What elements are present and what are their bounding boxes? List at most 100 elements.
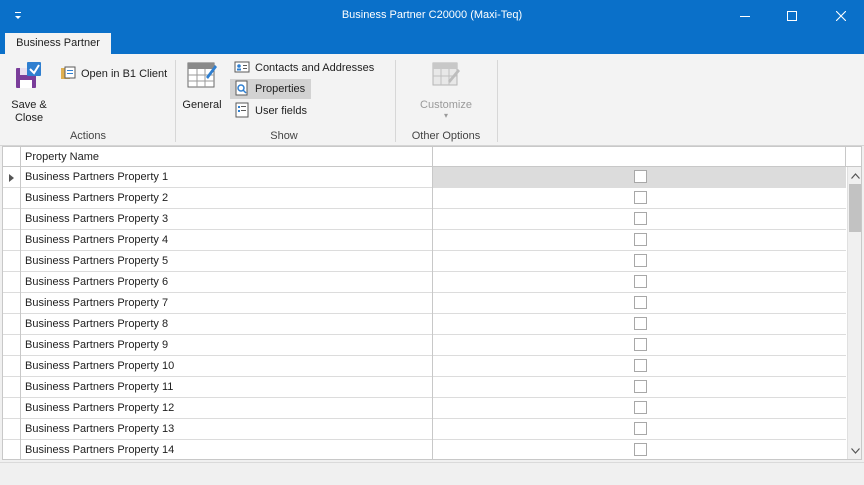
row-indicator[interactable] [3, 167, 21, 188]
property-value-cell[interactable] [433, 377, 846, 398]
current-row-arrow-icon [9, 173, 14, 182]
table-row[interactable]: Business Partners Property 6 [3, 272, 846, 293]
scroll-down-arrow-icon[interactable] [848, 442, 861, 459]
contact-card-icon [234, 59, 250, 78]
table-row[interactable]: Business Partners Property 4 [3, 230, 846, 251]
vertical-scrollbar[interactable] [847, 167, 861, 459]
general-grid-icon [181, 59, 223, 95]
property-checkbox[interactable] [634, 170, 647, 183]
save-close-label-1: Save & [11, 99, 47, 111]
property-checkbox[interactable] [634, 317, 647, 330]
property-value-cell[interactable] [433, 398, 846, 419]
row-indicator[interactable] [3, 440, 21, 459]
property-value-cell[interactable] [433, 272, 846, 293]
property-checkbox[interactable] [634, 212, 647, 225]
table-row[interactable]: Business Partners Property 10 [3, 356, 846, 377]
property-value-cell[interactable] [433, 251, 846, 272]
table-row[interactable]: Business Partners Property 8 [3, 314, 846, 335]
property-checkbox[interactable] [634, 380, 647, 393]
open-in-b1-client-label: Open in B1 Client [81, 68, 168, 80]
row-indicator[interactable] [3, 377, 21, 398]
ribbon-separator [497, 60, 498, 142]
property-value-cell[interactable] [433, 440, 846, 459]
table-row[interactable]: Business Partners Property 14 [3, 440, 846, 459]
property-value-cell[interactable] [433, 230, 846, 251]
table-row[interactable]: Business Partners Property 9 [3, 335, 846, 356]
contacts-addresses-button[interactable]: Contacts and Addresses [230, 58, 378, 78]
maximize-button[interactable] [769, 0, 815, 32]
user-fields-icon [234, 102, 250, 121]
property-checkbox[interactable] [634, 275, 647, 288]
property-value-cell[interactable] [433, 167, 846, 188]
property-name-cell[interactable]: Business Partners Property 13 [21, 419, 433, 440]
property-checkbox[interactable] [634, 338, 647, 351]
property-value-cell[interactable] [433, 188, 846, 209]
property-name-cell[interactable]: Business Partners Property 6 [21, 272, 433, 293]
property-value-cell[interactable] [433, 419, 846, 440]
table-row[interactable]: Business Partners Property 2 [3, 188, 846, 209]
save-disk-icon [6, 59, 52, 95]
row-indicator[interactable] [3, 419, 21, 440]
row-indicator[interactable] [3, 293, 21, 314]
property-name-cell[interactable]: Business Partners Property 12 [21, 398, 433, 419]
column-header-value[interactable] [433, 147, 846, 167]
row-indicator[interactable] [3, 356, 21, 377]
property-value-cell[interactable] [433, 314, 846, 335]
properties-button[interactable]: Properties [230, 79, 311, 99]
column-header-property-name[interactable]: Property Name [21, 147, 433, 167]
property-name-cell[interactable]: Business Partners Property 1 [21, 167, 433, 188]
status-bar [0, 462, 864, 485]
user-fields-button[interactable]: User fields [230, 101, 311, 121]
table-row[interactable]: Business Partners Property 7 [3, 293, 846, 314]
table-row[interactable]: Business Partners Property 5 [3, 251, 846, 272]
property-checkbox[interactable] [634, 422, 647, 435]
property-checkbox[interactable] [634, 191, 647, 204]
minimize-button[interactable] [722, 0, 768, 32]
property-name-cell[interactable]: Business Partners Property 7 [21, 293, 433, 314]
property-checkbox[interactable] [634, 401, 647, 414]
row-indicator[interactable] [3, 209, 21, 230]
row-indicator[interactable] [3, 314, 21, 335]
property-name-cell[interactable]: Business Partners Property 14 [21, 440, 433, 459]
property-value-cell[interactable] [433, 356, 846, 377]
property-name-cell[interactable]: Business Partners Property 8 [21, 314, 433, 335]
row-indicator[interactable] [3, 251, 21, 272]
scrollbar-thumb[interactable] [849, 184, 861, 232]
property-name-cell[interactable]: Business Partners Property 5 [21, 251, 433, 272]
property-name-cell[interactable]: Business Partners Property 3 [21, 209, 433, 230]
table-row[interactable]: Business Partners Property 13 [3, 419, 846, 440]
property-value-cell[interactable] [433, 335, 846, 356]
table-row[interactable]: Business Partners Property 12 [3, 398, 846, 419]
open-in-b1-client-button[interactable]: Open in B1 Client [56, 64, 171, 84]
ribbon-separator [175, 60, 176, 142]
property-name-cell[interactable]: Business Partners Property 2 [21, 188, 433, 209]
property-checkbox[interactable] [634, 254, 647, 267]
property-checkbox[interactable] [634, 443, 647, 456]
show-group-label: Show [270, 130, 298, 142]
property-name-cell[interactable]: Business Partners Property 10 [21, 356, 433, 377]
table-row[interactable]: Business Partners Property 11 [3, 377, 846, 398]
tab-business-partner[interactable]: Business Partner [5, 33, 111, 54]
property-checkbox[interactable] [634, 359, 647, 372]
row-indicator[interactable] [3, 230, 21, 251]
row-indicator[interactable] [3, 335, 21, 356]
customize-icon [416, 59, 476, 95]
property-value-cell[interactable] [433, 209, 846, 230]
close-button[interactable] [818, 0, 864, 32]
table-row[interactable]: Business Partners Property 3 [3, 209, 846, 230]
save-close-button[interactable]: Save & Close [6, 59, 52, 125]
customize-button[interactable]: Customize ▾ [416, 59, 476, 120]
general-button[interactable]: General [181, 59, 223, 112]
property-checkbox[interactable] [634, 233, 647, 246]
property-checkbox[interactable] [634, 296, 647, 309]
property-value-cell[interactable] [433, 293, 846, 314]
row-indicator[interactable] [3, 188, 21, 209]
property-name-cell[interactable]: Business Partners Property 11 [21, 377, 433, 398]
table-row[interactable]: Business Partners Property 1 [3, 167, 846, 188]
row-indicator[interactable] [3, 398, 21, 419]
ribbon-tab-strip: Business Partner [0, 32, 864, 54]
row-indicator[interactable] [3, 272, 21, 293]
property-name-cell[interactable]: Business Partners Property 4 [21, 230, 433, 251]
property-name-cell[interactable]: Business Partners Property 9 [21, 335, 433, 356]
scroll-up-arrow-icon[interactable] [848, 167, 861, 184]
